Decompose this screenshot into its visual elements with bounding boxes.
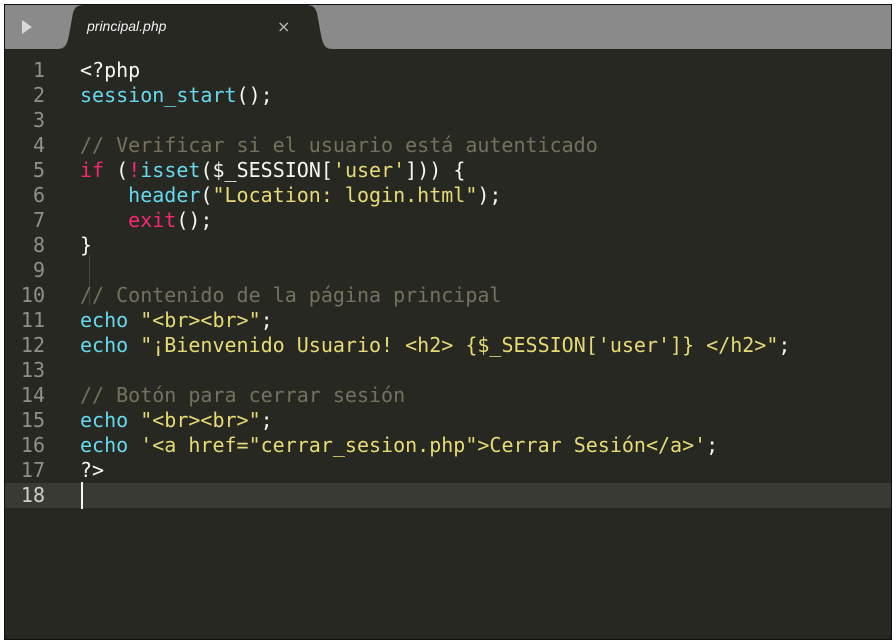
code-token: header — [128, 183, 201, 207]
line-number: 4 — [32, 133, 45, 157]
sidebar-toggle-button[interactable] — [5, 5, 49, 49]
code-token: isset — [140, 158, 201, 182]
line-number: 6 — [32, 183, 45, 207]
code-line[interactable]: 12 echo "¡Bienvenido Usuario! <h2> {$_SES… — [5, 333, 891, 358]
code-line[interactable]: 9 — [5, 258, 891, 283]
code-line[interactable]: 13 — [5, 358, 891, 383]
tab-bar: principal.php × — [5, 5, 891, 49]
code-token: session_start — [80, 83, 237, 107]
code-line[interactable]: 10 // Contenido de la página principal — [5, 283, 891, 308]
code-token: (); — [236, 83, 273, 107]
code-token: echo — [80, 308, 129, 332]
code-text: session_start(); — [80, 83, 273, 108]
code-line[interactable]: 17 ?> — [5, 458, 891, 483]
code-token: "¡Bienvenido Usuario! <h2> {$_SESSION['u… — [140, 333, 779, 357]
code-text: echo '<a href="cerrar_sesion.php">Cerrar… — [80, 433, 718, 458]
line-number: 17 — [20, 458, 45, 482]
line-number: 5 — [32, 158, 45, 182]
code-token: ! — [128, 158, 141, 182]
editor-window: principal.php × 1 <?php 2 session_start(); 3… — [4, 4, 892, 640]
code-text: ?> — [80, 458, 104, 483]
code-token: '<a href="cerrar_sesion.php">Cerrar Sesi… — [140, 433, 707, 457]
code-token: ; — [260, 308, 273, 332]
code-line[interactable]: 11 echo "<br><br>"; — [5, 308, 891, 333]
code-token: ($_SESSION[ — [200, 158, 333, 182]
code-token: "<br><br>" — [140, 308, 261, 332]
code-token: exit — [128, 208, 177, 232]
code-token: <?php — [80, 58, 141, 82]
line-number: 3 — [32, 108, 45, 132]
code-line[interactable]: 8} — [5, 233, 891, 258]
line-number: 18 — [20, 483, 45, 507]
code-text: // Botón para cerrar sesión — [80, 383, 405, 408]
code-token: ; — [778, 333, 791, 357]
line-number: 11 — [20, 308, 45, 332]
code-token: // Verificar si el usuario está autentic… — [80, 133, 598, 157]
line-number: 10 — [20, 283, 45, 307]
tab-principal-php[interactable]: principal.php × — [57, 5, 333, 49]
code-token: (); — [176, 208, 213, 232]
code-line[interactable]: 15 echo "<br><br>"; — [5, 408, 891, 433]
code-token: } — [80, 233, 93, 257]
code-text: // Verificar si el usuario está autentic… — [80, 133, 598, 158]
code-text: exit(); — [80, 208, 212, 233]
code-line[interactable]: 4 // Verificar si el usuario está autenti… — [5, 133, 891, 158]
code-line[interactable]: 16 echo '<a href="cerrar_sesion.php">Cerr… — [5, 433, 891, 458]
code-token: "<br><br>" — [140, 408, 261, 432]
line-number: 15 — [20, 408, 45, 432]
line-number: 7 — [32, 208, 45, 232]
code-token: ( — [200, 183, 213, 207]
code-line[interactable]: 6 header("Location: login.html"); — [5, 183, 891, 208]
line-number: 1 — [32, 58, 45, 82]
code-text: echo "<br><br>"; — [80, 308, 273, 333]
code-token: // Botón para cerrar sesión — [80, 383, 406, 407]
code-text: echo "¡Bienvenido Usuario! <h2> {$_SESSI… — [80, 333, 790, 358]
code-text: // Contenido de la página principal — [80, 283, 501, 308]
code-token: "Location: login.html" — [212, 183, 478, 207]
close-icon[interactable]: × — [277, 17, 290, 36]
code-token: ])) { — [405, 158, 466, 182]
code-editor[interactable]: 1 <?php 2 session_start(); 3 4// Verificar si… — [5, 49, 891, 639]
code-token: ); — [477, 183, 502, 207]
code-token: 'user' — [332, 158, 406, 182]
code-line[interactable]: 3 — [5, 108, 891, 133]
code-line[interactable]: 5 if (!isset($_SESSION['user'])) { — [5, 158, 891, 183]
code-token: ; — [260, 408, 273, 432]
line-number: 16 — [20, 433, 45, 457]
code-text: if (!isset($_SESSION['user'])) { — [80, 158, 465, 183]
code-token: ( — [104, 158, 129, 182]
code-token: ?> — [80, 458, 105, 482]
line-number: 14 — [20, 383, 45, 407]
code-line[interactable]: 1 <?php — [5, 58, 891, 83]
code-line[interactable]: 7 exit(); — [5, 208, 891, 233]
play-triangle-icon — [22, 20, 32, 34]
code-token: echo — [80, 408, 129, 432]
code-line[interactable]: 2 session_start(); — [5, 83, 891, 108]
code-token: // Contenido de la página principal — [80, 283, 502, 307]
code-text: <?php — [80, 58, 140, 83]
line-number: 12 — [20, 333, 45, 357]
code-token: echo — [80, 333, 129, 357]
code-text: echo "<br><br>"; — [80, 408, 273, 433]
code-line[interactable]: 14 // Botón para cerrar sesión — [5, 383, 891, 408]
code-text: } — [80, 233, 92, 258]
code-token: ; — [706, 433, 719, 457]
code-line[interactable]: 18 — [5, 483, 891, 508]
code-token: echo — [80, 433, 129, 457]
code-text: header("Location: login.html"); — [80, 183, 501, 208]
line-number: 13 — [20, 358, 45, 382]
line-number: 9 — [32, 258, 45, 282]
code-token: if — [80, 158, 105, 182]
line-number: 2 — [32, 83, 45, 107]
tab-title: principal.php — [87, 18, 167, 34]
line-number: 8 — [32, 233, 45, 257]
text-cursor — [81, 482, 83, 509]
